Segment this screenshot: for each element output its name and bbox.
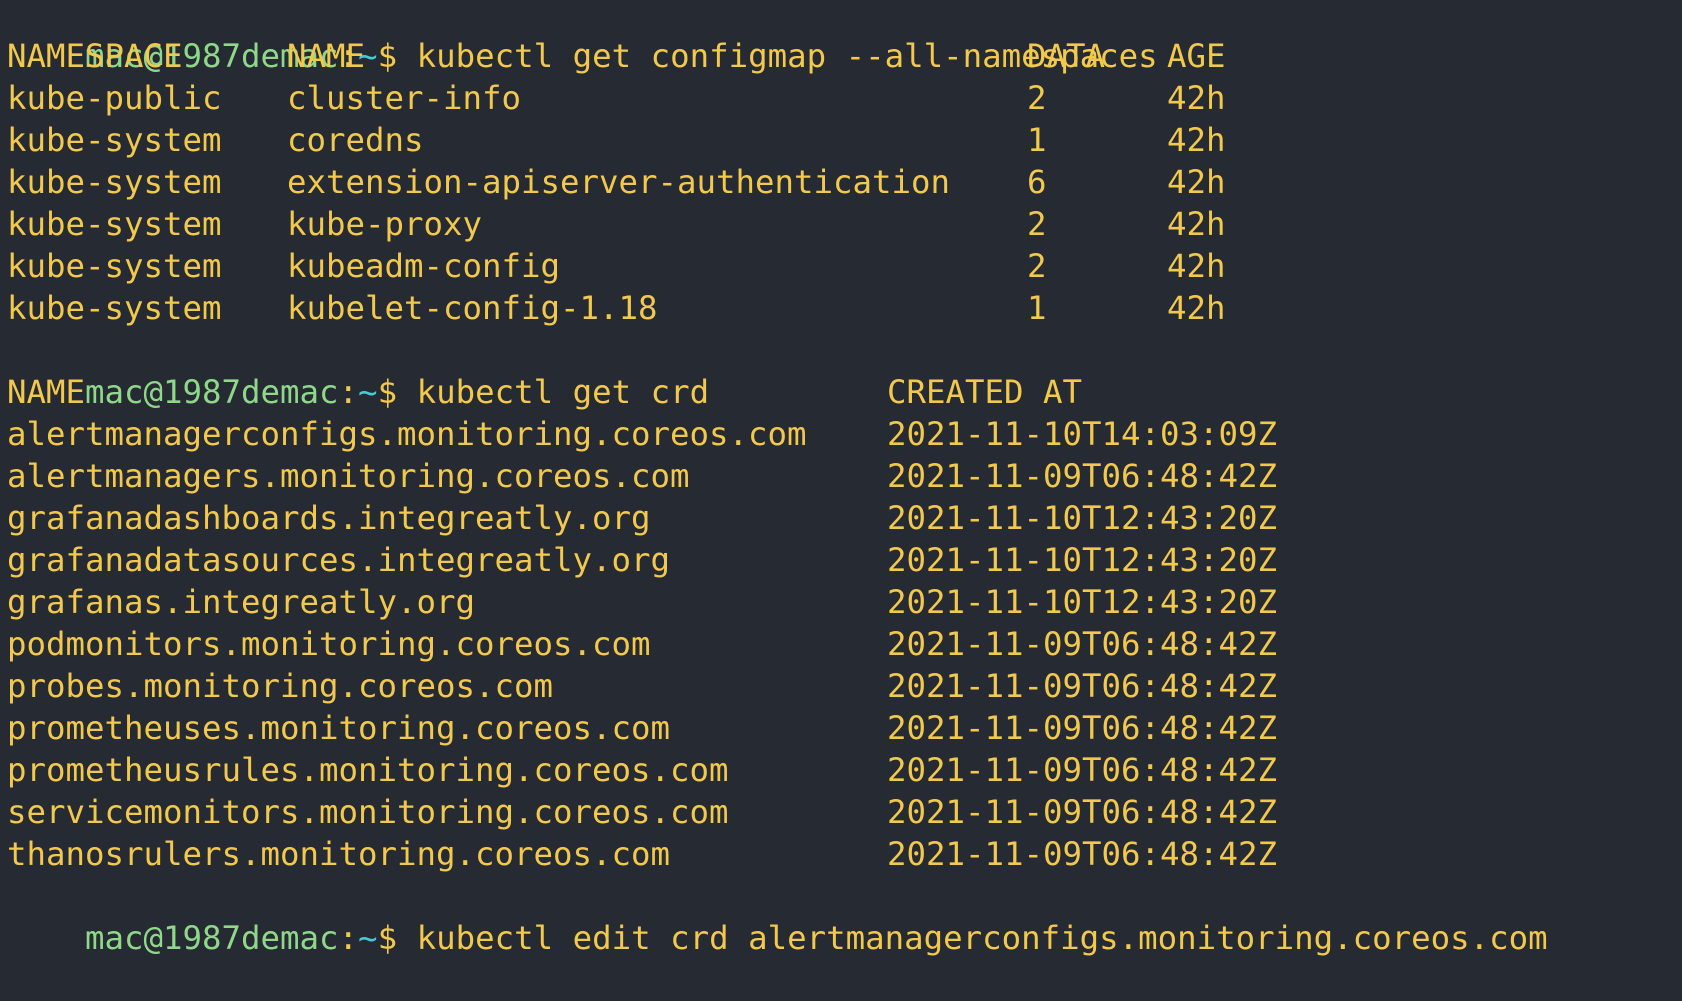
table-row: kube-system kubelet-config-1.18 1 42h — [7, 287, 1682, 329]
cell-namespace: kube-system — [7, 163, 222, 201]
table-row: kube-system coredns 1 42h — [7, 119, 1682, 161]
cell-age: 42h — [1167, 79, 1226, 117]
table-row: grafanas.integreatly.org 2021-11-10T12:4… — [7, 581, 1682, 623]
cell-created-at: 2021-11-10T12:43:20Z — [887, 583, 1278, 621]
header-created-at: CREATED AT — [887, 373, 1083, 411]
cell-name: coredns — [287, 121, 424, 159]
prompt-separator: : — [338, 919, 359, 957]
cell-created-at: 2021-11-10T12:43:20Z — [887, 541, 1278, 579]
table-row: podmonitors.monitoring.coreos.com 2021-1… — [7, 623, 1682, 665]
table-row: prometheusrules.monitoring.coreos.com 20… — [7, 749, 1682, 791]
table-row: prometheuses.monitoring.coreos.com 2021-… — [7, 707, 1682, 749]
cell-created-at: 2021-11-09T06:48:42Z — [887, 667, 1278, 705]
cell-data: 2 — [1027, 247, 1047, 285]
cell-created-at: 2021-11-09T06:48:42Z — [887, 457, 1278, 495]
cell-namespace: kube-system — [7, 121, 222, 159]
cell-namespace: kube-public — [7, 79, 222, 117]
table-row: grafanadatasources.integreatly.org 2021-… — [7, 539, 1682, 581]
cell-name: servicemonitors.monitoring.coreos.com — [7, 793, 729, 831]
cell-data: 2 — [1027, 205, 1047, 243]
cell-created-at: 2021-11-09T06:48:42Z — [887, 709, 1278, 747]
cell-name: cluster-info — [287, 79, 522, 117]
header-age: AGE — [1167, 37, 1226, 75]
cell-name: alertmanagerconfigs.monitoring.coreos.co… — [7, 415, 807, 453]
header-namespace: NAMESPACE — [7, 37, 183, 75]
cell-name: prometheusrules.monitoring.coreos.com — [7, 751, 729, 789]
cell-created-at: 2021-11-09T06:48:42Z — [887, 751, 1278, 789]
table-row: kube-system kubeadm-config 2 42h — [7, 245, 1682, 287]
cell-name: kube-proxy — [287, 205, 483, 243]
cell-name: kubeadm-config — [287, 247, 561, 285]
table-row: kube-system extension-apiserver-authenti… — [7, 161, 1682, 203]
prompt-line: mac@1987demac:~$ kubectl edit crd alertm… — [7, 875, 1682, 957]
prompt-user-host: mac@1987demac — [85, 919, 339, 957]
cell-namespace: kube-system — [7, 205, 222, 243]
cell-data: 6 — [1027, 163, 1047, 201]
header-name: NAME — [287, 37, 366, 75]
table-row: servicemonitors.monitoring.coreos.com 20… — [7, 791, 1682, 833]
prompt-line: mac@1987demac:~$ kubectl get configmap -… — [7, 0, 1682, 75]
header-name: NAME — [7, 373, 86, 411]
cell-name: podmonitors.monitoring.coreos.com — [7, 625, 651, 663]
cell-created-at: 2021-11-09T06:48:42Z — [887, 835, 1278, 873]
cell-name: grafanadatasources.integreatly.org — [7, 541, 671, 579]
cell-created-at: 2021-11-10T12:43:20Z — [887, 499, 1278, 537]
header-data: DATA — [1027, 37, 1106, 75]
cell-data: 1 — [1027, 121, 1047, 159]
cell-data: 2 — [1027, 79, 1047, 117]
table-row: grafanadashboards.integreatly.org 2021-1… — [7, 497, 1682, 539]
prompt-path: ~ — [358, 919, 378, 957]
cell-namespace: kube-system — [7, 289, 222, 327]
cell-name: grafanadashboards.integreatly.org — [7, 499, 651, 537]
cell-name: kubelet-config-1.18 — [287, 289, 658, 327]
cell-name: prometheuses.monitoring.coreos.com — [7, 709, 671, 747]
table-row: alertmanagerconfigs.monitoring.coreos.co… — [7, 413, 1682, 455]
command-text: kubectl edit crd alertmanagerconfigs.mon… — [416, 919, 1548, 957]
prompt-sigil: $ — [377, 919, 398, 957]
cell-age: 42h — [1167, 289, 1226, 327]
table-row: probes.monitoring.coreos.com 2021-11-09T… — [7, 665, 1682, 707]
table-header: NAMESPACE NAME DATA AGE — [7, 35, 1682, 77]
terminal-window[interactable]: mac@1987demac:~$ kubectl get configmap -… — [7, 0, 1682, 957]
cell-name: alertmanagers.monitoring.coreos.com — [7, 457, 690, 495]
cell-age: 42h — [1167, 205, 1226, 243]
table-row: kube-system kube-proxy 2 42h — [7, 203, 1682, 245]
cell-age: 42h — [1167, 121, 1226, 159]
cell-name: probes.monitoring.coreos.com — [7, 667, 554, 705]
prompt-line: mac@1987demac:~$ kubectl get crd — [7, 329, 1682, 411]
cell-created-at: 2021-11-09T06:48:42Z — [887, 793, 1278, 831]
table-header: NAME CREATED AT — [7, 371, 1682, 413]
cell-age: 42h — [1167, 247, 1226, 285]
cell-created-at: 2021-11-09T06:48:42Z — [887, 625, 1278, 663]
cell-age: 42h — [1167, 163, 1226, 201]
table-row: thanosrulers.monitoring.coreos.com 2021-… — [7, 833, 1682, 875]
table-row: kube-public cluster-info 2 42h — [7, 77, 1682, 119]
cell-name: grafanas.integreatly.org — [7, 583, 476, 621]
cell-name: thanosrulers.monitoring.coreos.com — [7, 835, 671, 873]
cell-name: extension-apiserver-authentication — [287, 163, 951, 201]
cell-data: 1 — [1027, 289, 1047, 327]
cell-created-at: 2021-11-10T14:03:09Z — [887, 415, 1278, 453]
cell-namespace: kube-system — [7, 247, 222, 285]
table-row: alertmanagers.monitoring.coreos.com 2021… — [7, 455, 1682, 497]
